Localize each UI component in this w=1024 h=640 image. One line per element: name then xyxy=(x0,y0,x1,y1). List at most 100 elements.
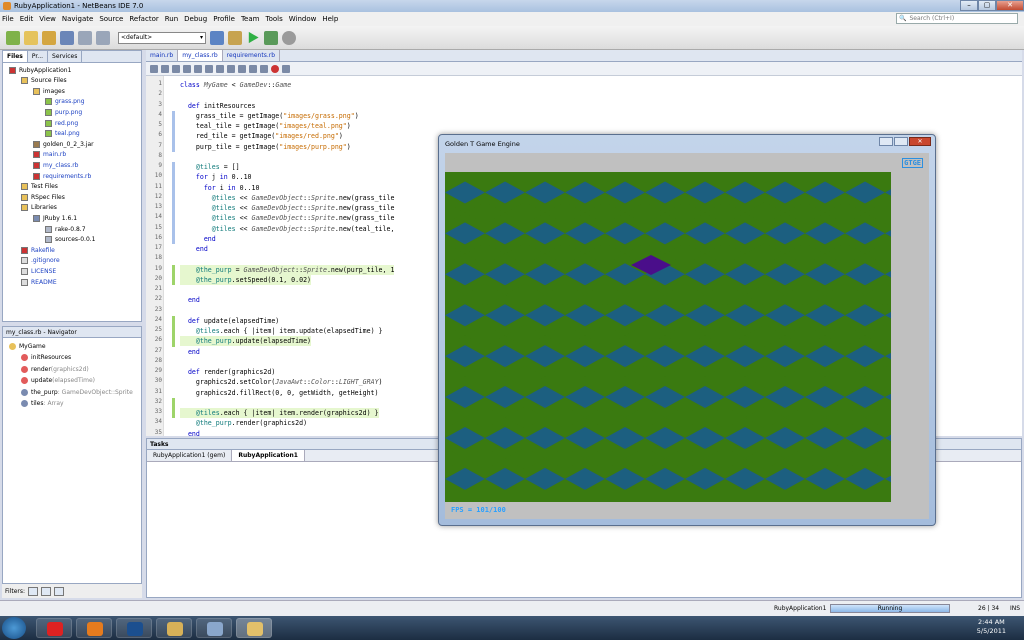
output-tab[interactable]: RubyApplication1 (gem) xyxy=(147,450,233,461)
macro-stop-icon[interactable] xyxy=(282,64,290,73)
menu-help[interactable]: Help xyxy=(322,15,338,23)
tree-item-label: teal.png xyxy=(55,130,80,138)
editor-tab-requirements[interactable]: requirements.rb xyxy=(223,50,281,61)
taskbar-explorer[interactable] xyxy=(156,618,192,638)
game-window[interactable]: Golden T Game Engine ✕ GTGE FPS = 101/10… xyxy=(438,134,936,526)
tree-item[interactable]: .gitignore xyxy=(21,256,60,266)
tree-item[interactable]: Source Files xyxy=(21,76,67,86)
save-all-icon[interactable] xyxy=(60,30,74,45)
game-maximize-button[interactable] xyxy=(894,137,908,146)
system-clock[interactable]: 2:44 AM 5/5/2011 xyxy=(977,618,1006,636)
tree-item[interactable]: requirements.rb xyxy=(33,171,91,181)
history-icon[interactable] xyxy=(150,64,158,73)
taskbar-photoshop[interactable] xyxy=(116,618,152,638)
tab-files[interactable]: Files xyxy=(3,51,28,62)
menu-team[interactable]: Team xyxy=(241,15,260,23)
debug-icon[interactable] xyxy=(264,30,278,45)
tree-item[interactable]: README xyxy=(21,277,57,287)
tree-item[interactable]: images xyxy=(33,86,65,96)
menu-window[interactable]: Window xyxy=(289,15,317,23)
tree-item[interactable]: my_class.rb xyxy=(33,160,78,170)
config-select[interactable]: <default> xyxy=(118,31,206,44)
open-project-icon[interactable] xyxy=(42,30,56,45)
code-line: @tiles.each { |item| item.render(graphic… xyxy=(180,408,379,418)
shift-left-icon[interactable] xyxy=(227,64,235,73)
tab-services[interactable]: Services xyxy=(48,51,83,62)
close-button[interactable]: ✕ xyxy=(996,0,1024,11)
shift-right-icon[interactable] xyxy=(238,64,246,73)
tree-item[interactable]: RSpec Files xyxy=(21,192,65,202)
taskbar-netbeans[interactable] xyxy=(236,618,272,638)
menu-source[interactable]: Source xyxy=(99,15,123,23)
tree-item[interactable]: Test Files xyxy=(21,182,58,192)
taskbar-firefox[interactable] xyxy=(76,618,112,638)
navigator-item[interactable]: tiles : Array xyxy=(21,399,64,409)
back-icon[interactable] xyxy=(161,64,169,73)
menu-tools[interactable]: Tools xyxy=(265,15,282,23)
line-number: 5 xyxy=(158,121,162,128)
menu-file[interactable]: File xyxy=(2,15,14,23)
tree-item[interactable]: Rakefile xyxy=(21,245,55,255)
menu-refactor[interactable]: Refactor xyxy=(129,15,158,23)
menu-run[interactable]: Run xyxy=(165,15,178,23)
navigator-item[interactable]: update (elapsedTime) xyxy=(21,376,95,386)
comment-icon[interactable] xyxy=(249,64,257,73)
find-next-icon[interactable] xyxy=(205,64,213,73)
filter-inherited-icon[interactable] xyxy=(41,586,52,596)
profile-icon[interactable] xyxy=(282,30,296,45)
taskbar-opera[interactable] xyxy=(36,618,72,638)
line-number: 31 xyxy=(154,387,162,395)
editor-tab-my_class[interactable]: my_class.rb xyxy=(178,50,223,61)
tree-item-label: RubyApplication1 xyxy=(19,66,72,74)
run-icon[interactable] xyxy=(248,31,259,44)
redo-icon[interactable] xyxy=(96,30,110,45)
maximize-button[interactable]: ▢ xyxy=(978,0,996,11)
toggle-highlight-icon[interactable] xyxy=(216,64,224,73)
find-prev-icon[interactable] xyxy=(194,64,202,73)
tree-item[interactable]: red.png xyxy=(45,118,78,128)
navigator-item[interactable]: the_purp : GameDevObject::Sprite xyxy=(21,387,133,397)
menu-profile[interactable]: Profile xyxy=(213,15,235,23)
tree-item[interactable]: sources-0.0.1 xyxy=(45,235,95,245)
tab-pr[interactable]: Pr... xyxy=(28,51,49,62)
tree-item[interactable]: teal.png xyxy=(45,129,80,139)
new-file-icon[interactable] xyxy=(24,30,38,45)
navigator-item[interactable]: initResources xyxy=(21,353,71,363)
navigator-item[interactable]: render (graphics2d) xyxy=(21,364,89,374)
tree-item[interactable]: rake-0.8.7 xyxy=(45,224,86,234)
search-input[interactable]: Search (Ctrl+I) xyxy=(909,15,954,22)
menu-debug[interactable]: Debug xyxy=(184,15,207,23)
editor-tab-main[interactable]: main.rb xyxy=(146,50,179,61)
undo-icon[interactable] xyxy=(78,30,92,45)
tree-item[interactable]: JRuby 1.6.1 xyxy=(33,213,77,223)
tree-item-label: Rakefile xyxy=(31,246,55,254)
search-box[interactable]: 🔍 Search (Ctrl+I) xyxy=(896,13,1018,24)
navigator-item[interactable]: MyGame xyxy=(9,341,46,351)
tree-item[interactable]: RubyApplication1 xyxy=(9,65,71,75)
find-icon[interactable] xyxy=(183,64,191,73)
output-tab[interactable]: RubyApplication1 xyxy=(232,450,305,461)
filter-static-icon[interactable] xyxy=(54,586,65,596)
tree-item[interactable]: grass.png xyxy=(45,97,85,107)
taskbar-virtualbox[interactable] xyxy=(196,618,232,638)
build-icon[interactable] xyxy=(210,30,224,45)
uncomment-icon[interactable] xyxy=(260,64,268,73)
new-project-icon[interactable] xyxy=(6,30,20,45)
minimize-button[interactable]: – xyxy=(960,0,978,11)
tree-item[interactable]: purp.png xyxy=(45,107,82,117)
start-button[interactable] xyxy=(2,617,26,639)
filter-fields-icon[interactable] xyxy=(28,586,39,596)
tree-item[interactable]: LICENSE xyxy=(21,266,56,276)
tree-item[interactable]: Libraries xyxy=(21,203,57,213)
menu-edit[interactable]: Edit xyxy=(20,15,34,23)
menu-view[interactable]: View xyxy=(39,15,56,23)
game-canvas[interactable]: GTGE FPS = 101/100 xyxy=(445,153,929,519)
clean-build-icon[interactable] xyxy=(228,30,242,45)
game-minimize-button[interactable] xyxy=(879,137,893,146)
forward-icon[interactable] xyxy=(172,64,180,73)
macro-record-icon[interactable] xyxy=(271,64,279,73)
game-close-button[interactable]: ✕ xyxy=(909,137,931,146)
menu-navigate[interactable]: Navigate xyxy=(62,15,93,23)
tree-item[interactable]: golden_0_2_3.jar xyxy=(33,139,94,149)
tree-item[interactable]: main.rb xyxy=(33,150,66,160)
